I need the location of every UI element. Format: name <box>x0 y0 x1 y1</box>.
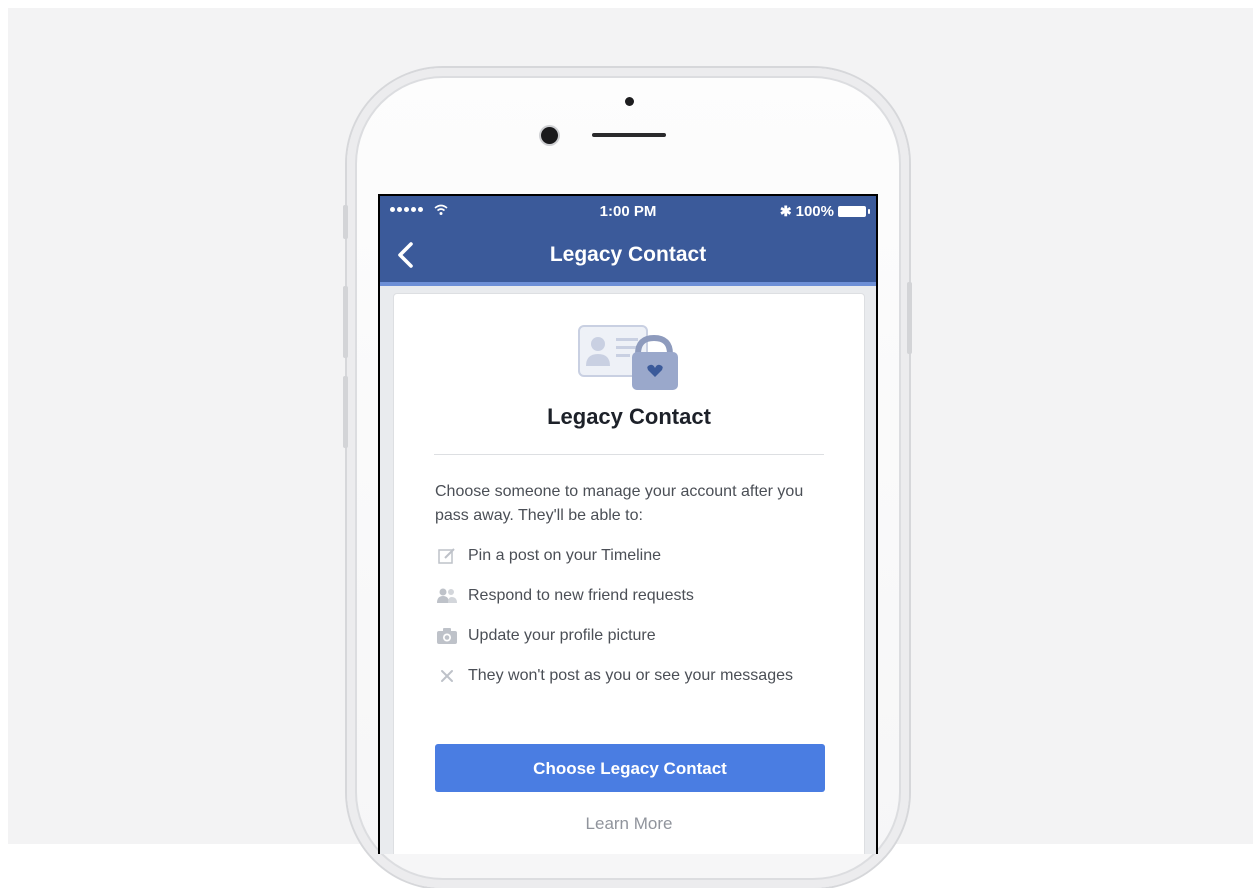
list-item: Pin a post on your Timeline <box>435 544 835 568</box>
close-x-icon <box>435 664 459 688</box>
volume-up-button <box>343 286 348 358</box>
edit-pencil-icon <box>435 544 459 568</box>
legacy-contact-card: Legacy Contact Choose someone to manage … <box>394 294 864 854</box>
power-button <box>907 282 912 354</box>
divider <box>434 454 824 455</box>
item-text: Pin a post on your Timeline <box>468 547 661 564</box>
front-camera <box>541 127 558 144</box>
item-text: Update your profile picture <box>468 627 656 644</box>
intro-text: Choose someone to manage your account af… <box>435 483 804 524</box>
app-viewport: 1:00 PM ✱ 100% Legacy Contact Legacy Con… <box>380 196 876 854</box>
nav-bar: 1:00 PM ✱ 100% Legacy Contact <box>380 196 876 286</box>
friends-icon <box>435 584 459 608</box>
item-text: They won't post as you or see your messa… <box>468 667 793 684</box>
nav-title: Legacy Contact <box>549 243 707 266</box>
camera-icon <box>435 624 459 648</box>
id-card-lock-icon <box>578 325 678 390</box>
battery-percent: 100% <box>795 203 834 220</box>
learn-more-link[interactable]: Learn More <box>394 814 864 834</box>
list-item: Respond to new friend requests <box>435 584 835 608</box>
choose-legacy-contact-button[interactable]: Choose Legacy Contact <box>435 744 825 792</box>
phone-screen: 1:00 PM ✱ 100% Legacy Contact Legacy Con… <box>378 194 878 854</box>
card-title: Legacy Contact <box>547 404 711 429</box>
list-item: They won't post as you or see your messa… <box>435 664 835 688</box>
list-item: Update your profile picture <box>435 624 835 648</box>
proximity-sensor <box>625 97 634 106</box>
bluetooth-icon: ✱ <box>779 203 792 219</box>
earpiece-speaker <box>592 133 666 137</box>
battery-icon <box>838 206 870 217</box>
battery-indicator: ✱ 100% <box>779 203 870 220</box>
item-text: Respond to new friend requests <box>468 587 694 604</box>
status-bar: 1:00 PM ✱ 100% <box>380 196 876 226</box>
mute-switch <box>343 205 348 239</box>
volume-down-button <box>343 376 348 448</box>
